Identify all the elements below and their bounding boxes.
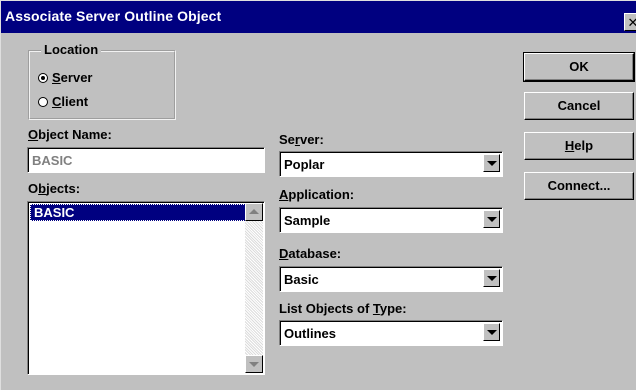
server-label: Server:	[279, 132, 324, 147]
chevron-down-icon[interactable]	[483, 323, 500, 341]
chevron-down-icon[interactable]	[483, 154, 500, 172]
radio-server[interactable]: Server	[38, 70, 92, 85]
object-name-field[interactable]: BASIC	[27, 147, 265, 173]
chevron-down-icon[interactable]	[483, 269, 500, 287]
chevron-down-icon[interactable]	[483, 210, 500, 228]
application-dropdown[interactable]: Sample	[279, 207, 503, 233]
list-type-label: List Objects of Type:	[279, 301, 407, 316]
radio-client-label: Client	[52, 94, 89, 109]
ok-button[interactable]: OK	[523, 52, 635, 82]
database-value: Basic	[284, 272, 319, 287]
radio-client[interactable]: Client	[38, 94, 88, 109]
close-button[interactable]: ✕	[624, 13, 636, 31]
server-value: Poplar	[284, 157, 325, 172]
objects-listbox[interactable]: BASIC	[27, 201, 265, 375]
application-label: Application:	[279, 187, 355, 202]
location-groupbox	[28, 50, 176, 120]
location-group-label: Location	[41, 42, 102, 57]
database-dropdown[interactable]: Basic	[279, 266, 503, 292]
list-type-value: Outlines	[284, 326, 337, 341]
scroll-down-button[interactable]	[245, 355, 263, 373]
radio-server-indicator[interactable]	[38, 72, 48, 83]
cancel-button[interactable]: Cancel	[524, 92, 634, 120]
objects-label: Objects:	[28, 181, 81, 196]
radio-server-label: Server	[52, 70, 93, 85]
window-title: Associate Server Outline Object	[5, 8, 222, 24]
close-icon: ✕	[627, 15, 636, 30]
vertical-scrollbar[interactable]	[245, 203, 263, 373]
scroll-up-button[interactable]	[245, 203, 263, 221]
list-item-selected[interactable]: BASIC	[30, 204, 246, 221]
server-dropdown[interactable]: Poplar	[279, 151, 503, 177]
list-type-dropdown[interactable]: Outlines	[279, 320, 503, 346]
connect-button[interactable]: Connect...	[524, 172, 634, 200]
application-value: Sample	[284, 213, 331, 228]
help-button[interactable]: Help	[524, 132, 634, 160]
object-name-value: BASIC	[32, 153, 73, 168]
database-label: Database:	[279, 246, 342, 261]
dialog-window: Associate Server Outline Object ✕ Locati…	[0, 0, 636, 390]
radio-client-indicator[interactable]	[38, 96, 48, 107]
title-bar: Associate Server Outline Object	[1, 1, 636, 33]
object-name-label: Object Name:	[28, 127, 112, 142]
